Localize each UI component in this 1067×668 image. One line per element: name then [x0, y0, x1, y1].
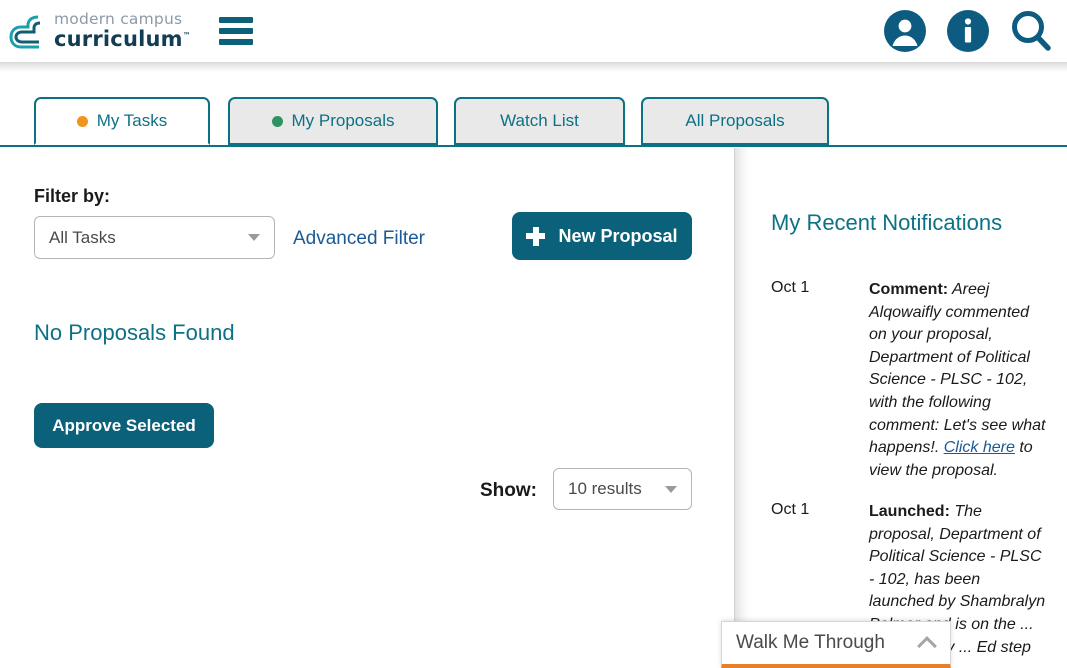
notifications-pane: My Recent Notifications Oct 1 Comment: A… — [749, 148, 1067, 668]
tab-label: My Tasks — [96, 111, 168, 130]
walk-me-through-label: Walk Me Through — [736, 632, 885, 653]
tab-underline — [0, 145, 1067, 147]
hamburger-bar — [218, 39, 253, 45]
tab-status-dot-green — [271, 115, 283, 127]
notification-type: Launched: — [869, 503, 950, 520]
approve-selected-button[interactable]: Approve Selected — [34, 403, 214, 448]
tab-status-dot-orange — [76, 115, 88, 127]
hamburger-bar — [218, 28, 253, 34]
modern-campus-logo-icon — [9, 15, 41, 49]
app-header: modern campus curriculum™ — [0, 0, 1067, 62]
chevron-up-icon[interactable] — [917, 635, 937, 656]
notification-link[interactable]: Click here — [944, 439, 1015, 456]
tab-watch-list[interactable]: Watch List — [454, 97, 625, 145]
notification-text: Areej Alqowaifly commented on your propo… — [869, 281, 1046, 457]
trademark-symbol: ™ — [182, 30, 191, 40]
hamburger-menu-icon[interactable] — [218, 16, 253, 46]
chevron-down-icon — [665, 485, 677, 493]
tab-all-proposals[interactable]: All Proposals — [641, 97, 829, 145]
tab-label: Watch List — [500, 111, 579, 130]
notification-body: Comment: Areej Alqowaifly commented on y… — [869, 279, 1047, 482]
header-shadow — [0, 62, 1067, 72]
filter-by-label: Filter by: — [34, 186, 111, 206]
notification-date: Oct 1 — [771, 279, 810, 296]
main-content-pane: Filter by: All Tasks Advanced Filter New… — [0, 148, 735, 668]
notification-date: Oct 1 — [771, 501, 810, 518]
notification-type: Comment: — [869, 281, 949, 298]
user-account-icon[interactable] — [883, 9, 927, 53]
hamburger-bar — [218, 17, 253, 23]
advanced-filter-link[interactable]: Advanced Filter — [293, 228, 425, 250]
pane-divider-shadow — [735, 148, 749, 668]
header-icon-group — [883, 9, 1053, 53]
tab-my-proposals[interactable]: My Proposals — [228, 97, 438, 145]
filter-select-value: All Tasks — [49, 227, 116, 247]
results-per-page-value: 10 results — [568, 479, 642, 498]
new-proposal-label: New Proposal — [558, 225, 678, 246]
chevron-down-icon — [248, 234, 260, 241]
notifications-title: My Recent Notifications — [771, 210, 1003, 235]
empty-state-message: No Proposals Found — [34, 320, 235, 345]
results-per-page-select[interactable]: 10 results — [553, 468, 692, 510]
logo-text-primary: modern campus — [54, 10, 183, 29]
tab-my-tasks[interactable]: My Tasks — [34, 97, 210, 145]
brand-logo[interactable]: modern campus curriculum™ — [8, 11, 191, 51]
search-icon[interactable] — [1009, 9, 1053, 53]
tab-label: My Proposals — [291, 111, 395, 130]
tab-bar: My Tasks My Proposals Watch List All Pro… — [0, 97, 1067, 148]
info-icon[interactable] — [946, 9, 990, 53]
new-proposal-button[interactable]: New Proposal — [512, 212, 692, 260]
tab-label: All Proposals — [685, 111, 785, 130]
show-results-label: Show: — [480, 480, 537, 501]
filter-select[interactable]: All Tasks — [34, 216, 275, 259]
logo-text-secondary: curriculum™ — [54, 26, 191, 51]
plus-icon — [526, 226, 546, 246]
walk-me-through-widget[interactable]: Walk Me Through — [721, 621, 951, 668]
